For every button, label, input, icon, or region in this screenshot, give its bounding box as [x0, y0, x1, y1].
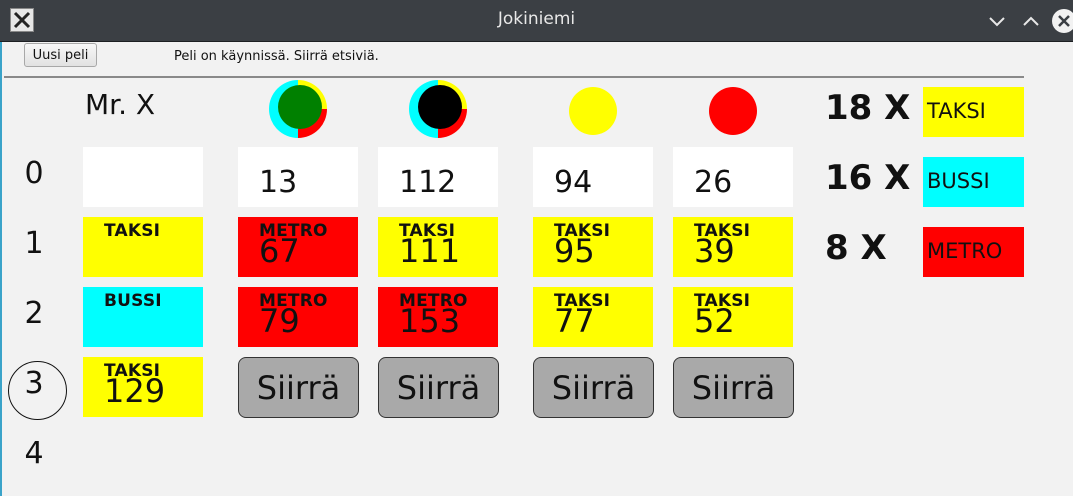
taksi-ticket-label: TAKSI — [923, 87, 1024, 137]
move-button-yellow[interactable]: Siirrä — [533, 357, 654, 418]
detective-move-cell: TAKSI 77 — [533, 287, 653, 347]
bussi-ticket-count: 16 X — [825, 158, 911, 198]
detective-move-cell: TAKSI 95 — [533, 217, 653, 277]
detective-green-token-icon — [269, 80, 327, 138]
minimize-button[interactable] — [986, 10, 1008, 32]
station-number: 13 — [259, 165, 298, 200]
close-icon — [1052, 9, 1073, 33]
new-game-button[interactable]: Uusi peli — [24, 43, 97, 67]
detective-start-cell: 112 — [378, 147, 498, 207]
station-number: 153 — [399, 302, 461, 340]
chevron-down-icon — [989, 17, 1005, 27]
window-titlebar: Jokiniemi — [0, 0, 1073, 42]
station-number: 26 — [694, 165, 733, 200]
detective-start-cell: 26 — [673, 147, 793, 207]
detective-move-cell: TAKSI 52 — [673, 287, 793, 347]
detective-move-cell: METRO 79 — [238, 287, 358, 347]
move-button-green[interactable]: Siirrä — [238, 357, 359, 418]
station-number: 94 — [554, 165, 593, 200]
chevron-up-icon — [1023, 16, 1039, 26]
mr-x-move-cell: BUSSI — [83, 287, 203, 347]
game-panel: Uusi peli Peli on käynnissä. Siirrä etsi… — [0, 42, 1073, 496]
detective-move-cell: METRO 153 — [378, 287, 498, 347]
window-border — [0, 42, 2, 496]
station-number: 112 — [399, 165, 457, 200]
move-button-red[interactable]: Siirrä — [673, 357, 794, 418]
taksi-ticket-count: 18 X — [825, 88, 911, 128]
station-number: 95 — [554, 232, 595, 270]
mr-x-move-cell: TAKSI — [83, 217, 203, 277]
round-number: 1 — [24, 226, 44, 261]
metro-ticket-count: 8 X — [825, 228, 887, 268]
station-number: 39 — [694, 232, 735, 270]
close-button[interactable] — [1051, 8, 1073, 34]
bussi-ticket-label: BUSSI — [923, 157, 1024, 207]
round-number: 4 — [24, 436, 44, 471]
maximize-button[interactable] — [1020, 10, 1042, 32]
detective-start-cell: 13 — [238, 147, 358, 207]
station-number: 77 — [554, 302, 595, 340]
metro-ticket-label: METRO — [923, 227, 1024, 277]
round-number: 0 — [24, 156, 44, 191]
station-number: 111 — [399, 232, 461, 270]
station-number: 129 — [104, 372, 166, 410]
status-text: Peli on käynnissä. Siirrä etsiviä. — [174, 49, 379, 64]
window-title: Jokiniemi — [497, 9, 576, 29]
detective-start-cell: 94 — [533, 147, 653, 207]
separator — [4, 76, 1024, 78]
mr-x-move-cell: TAKSI 129 — [83, 357, 203, 417]
ticket-type: BUSSI — [104, 291, 162, 311]
mr-x-label: Mr. X — [85, 88, 156, 121]
detective-yellow-token-icon — [567, 86, 617, 136]
round-number: 3 — [24, 366, 44, 401]
detective-black-token-icon — [409, 80, 467, 138]
station-number: 79 — [259, 302, 300, 340]
detective-red-token-icon — [707, 86, 757, 136]
detective-move-cell: TAKSI 111 — [378, 217, 498, 277]
mr-x-start-cell — [83, 147, 203, 207]
move-button-black[interactable]: Siirrä — [378, 357, 499, 418]
station-number: 52 — [694, 302, 735, 340]
round-number: 2 — [24, 296, 44, 331]
ticket-type: TAKSI — [104, 221, 161, 241]
station-number: 67 — [259, 232, 300, 270]
detective-move-cell: TAKSI 39 — [673, 217, 793, 277]
detective-move-cell: METRO 67 — [238, 217, 358, 277]
